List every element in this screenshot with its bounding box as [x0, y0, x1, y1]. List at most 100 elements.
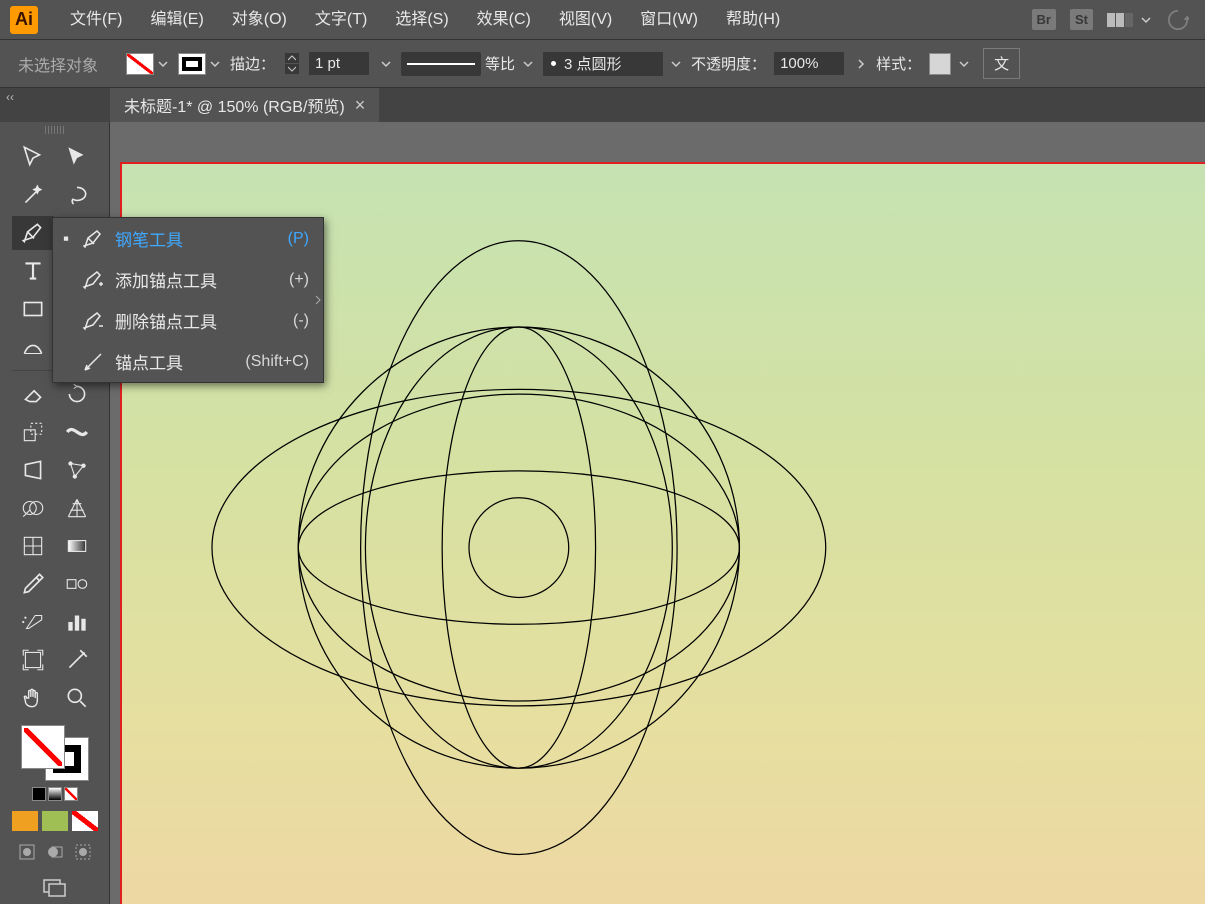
- chevron-down-icon: [156, 53, 170, 75]
- fill-mode-row: [32, 787, 78, 801]
- menu-object[interactable]: 对象(O): [218, 0, 301, 40]
- pen-plus-icon: [81, 268, 105, 292]
- draw-mode-row: [15, 841, 95, 863]
- close-icon[interactable]: ×: [355, 95, 366, 116]
- gradient-tool[interactable]: [56, 529, 98, 563]
- magic-wand-tool[interactable]: [12, 178, 54, 212]
- free-transform-tool[interactable]: [12, 453, 54, 487]
- stroke-weight-stepper[interactable]: [285, 53, 299, 74]
- control-bar: 未选择对象 描边： 等比 3 点圆形 不透明度： 样式： 文: [0, 40, 1205, 88]
- dot-icon: [551, 61, 556, 66]
- flyout-anchor-point-tool[interactable]: 锚点工具 (Shift+C): [53, 341, 323, 382]
- flyout-tearoff-icon[interactable]: [313, 280, 323, 320]
- opacity-label[interactable]: 不透明度：: [691, 53, 766, 74]
- style-label[interactable]: 样式：: [876, 53, 921, 74]
- workspace-icon: [1107, 13, 1133, 27]
- stock-badge[interactable]: St: [1070, 9, 1093, 30]
- rectangle-tool[interactable]: [12, 292, 54, 326]
- selection-tool[interactable]: [12, 140, 54, 174]
- draw-normal-icon[interactable]: [15, 841, 39, 863]
- graphic-style-picker[interactable]: [929, 53, 971, 75]
- chevron-down-icon: [521, 53, 535, 75]
- main-area: ▪ 钢笔工具 (P) 添加锚点工具 (+) 删除锚点工具 (-) 锚点工具 (S…: [0, 122, 1205, 904]
- stroke-swatch-ctrl[interactable]: [178, 53, 222, 75]
- scale-tool[interactable]: [12, 415, 54, 449]
- menu-help[interactable]: 帮助(H): [712, 0, 794, 40]
- symbol-sprayer-tool[interactable]: [12, 605, 54, 639]
- gradient-fill-icon[interactable]: [48, 787, 62, 801]
- flyout-add-anchor-tool[interactable]: 添加锚点工具 (+): [53, 259, 323, 300]
- tab-title: 未标题-1* @ 150% (RGB/预览): [124, 93, 345, 117]
- brush-profile[interactable]: 等比: [401, 52, 535, 76]
- pen-icon: [81, 227, 105, 251]
- opacity-input[interactable]: [774, 52, 844, 75]
- flyout-shortcut: (Shift+C): [245, 353, 309, 371]
- artboard-tool[interactable]: [12, 643, 54, 677]
- chevron-down-icon: [1139, 9, 1153, 31]
- menubar: Ai 文件(F) 编辑(E) 对象(O) 文字(T) 选择(S) 效果(C) 视…: [0, 0, 1205, 40]
- draw-behind-icon[interactable]: [43, 841, 67, 863]
- document-tab[interactable]: 未标题-1* @ 150% (RGB/预览) ×: [110, 88, 379, 122]
- chevron-down-icon: [669, 53, 683, 75]
- puppet-warp-tool[interactable]: [56, 453, 98, 487]
- shaper-tool[interactable]: [12, 330, 54, 364]
- stroke-weight-input[interactable]: [309, 52, 369, 75]
- pen-tool-flyout: ▪ 钢笔工具 (P) 添加锚点工具 (+) 删除锚点工具 (-) 锚点工具 (S…: [52, 217, 324, 383]
- none-fill-icon[interactable]: [64, 787, 78, 801]
- pen-tool[interactable]: [12, 216, 54, 250]
- solid-fill-icon[interactable]: [32, 787, 46, 801]
- slice-tool[interactable]: [56, 643, 98, 677]
- shape-builder-tool[interactable]: [12, 491, 54, 525]
- menu-edit[interactable]: 编辑(E): [136, 0, 217, 40]
- lasso-tool[interactable]: [56, 178, 98, 212]
- chevron-down-icon[interactable]: [379, 53, 393, 75]
- hand-tool[interactable]: [12, 681, 54, 715]
- brush-definition[interactable]: 3 点圆形: [543, 52, 683, 76]
- menu-type[interactable]: 文字(T): [301, 0, 381, 40]
- menu-select[interactable]: 选择(S): [381, 0, 462, 40]
- blend-tool[interactable]: [56, 567, 98, 601]
- draw-inside-icon[interactable]: [71, 841, 95, 863]
- swatch-none[interactable]: [72, 811, 98, 831]
- flyout-label: 钢笔工具: [115, 226, 278, 251]
- eyedropper-tool[interactable]: [12, 567, 54, 601]
- column-graph-tool[interactable]: [56, 605, 98, 639]
- flyout-label: 删除锚点工具: [115, 308, 283, 333]
- panel-collapse-toggle[interactable]: ‹‹: [0, 88, 110, 122]
- type-tool[interactable]: [12, 254, 54, 288]
- flyout-pen-tool[interactable]: ▪ 钢笔工具 (P): [53, 218, 323, 259]
- stroke-label[interactable]: 描边：: [230, 53, 275, 74]
- style-swatch-icon: [929, 53, 951, 75]
- direct-selection-tool[interactable]: [56, 140, 98, 174]
- tab-bar: ‹‹ 未标题-1* @ 150% (RGB/预览) ×: [0, 88, 1205, 122]
- fill-swatch[interactable]: [21, 725, 65, 769]
- pen-minus-icon: [81, 309, 105, 333]
- sync-icon[interactable]: [1167, 9, 1189, 31]
- menu-effect[interactable]: 效果(C): [463, 0, 545, 40]
- collapse-icon: ‹‹: [6, 90, 14, 104]
- bridge-badge[interactable]: Br: [1032, 9, 1056, 30]
- fill-swatch-ctrl[interactable]: [126, 53, 170, 75]
- more-options-button[interactable]: 文: [983, 48, 1020, 79]
- mesh-tool[interactable]: [12, 529, 54, 563]
- swatch-green[interactable]: [42, 811, 68, 831]
- flyout-delete-anchor-tool[interactable]: 删除锚点工具 (-): [53, 300, 323, 341]
- active-marker-icon: ▪: [61, 229, 71, 249]
- menu-view[interactable]: 视图(V): [545, 0, 626, 40]
- screen-mode-button[interactable]: [41, 877, 69, 904]
- workspace-switcher[interactable]: [1107, 9, 1153, 31]
- swatch-orange[interactable]: [12, 811, 38, 831]
- zoom-tool[interactable]: [56, 681, 98, 715]
- anchor-convert-icon: [81, 350, 105, 374]
- flyout-shortcut: (-): [293, 312, 309, 330]
- perspective-grid-tool[interactable]: [56, 491, 98, 525]
- eraser-tool[interactable]: [12, 377, 54, 411]
- width-tool[interactable]: [56, 415, 98, 449]
- menu-file[interactable]: 文件(F): [56, 0, 136, 40]
- fill-stroke-box[interactable]: [21, 725, 89, 781]
- toolbox-grip[interactable]: [30, 126, 80, 134]
- flyout-shortcut: (P): [288, 230, 309, 248]
- dash-label: 3 点圆形: [564, 53, 622, 74]
- chevron-right-icon[interactable]: [854, 53, 868, 75]
- menu-window[interactable]: 窗口(W): [626, 0, 712, 40]
